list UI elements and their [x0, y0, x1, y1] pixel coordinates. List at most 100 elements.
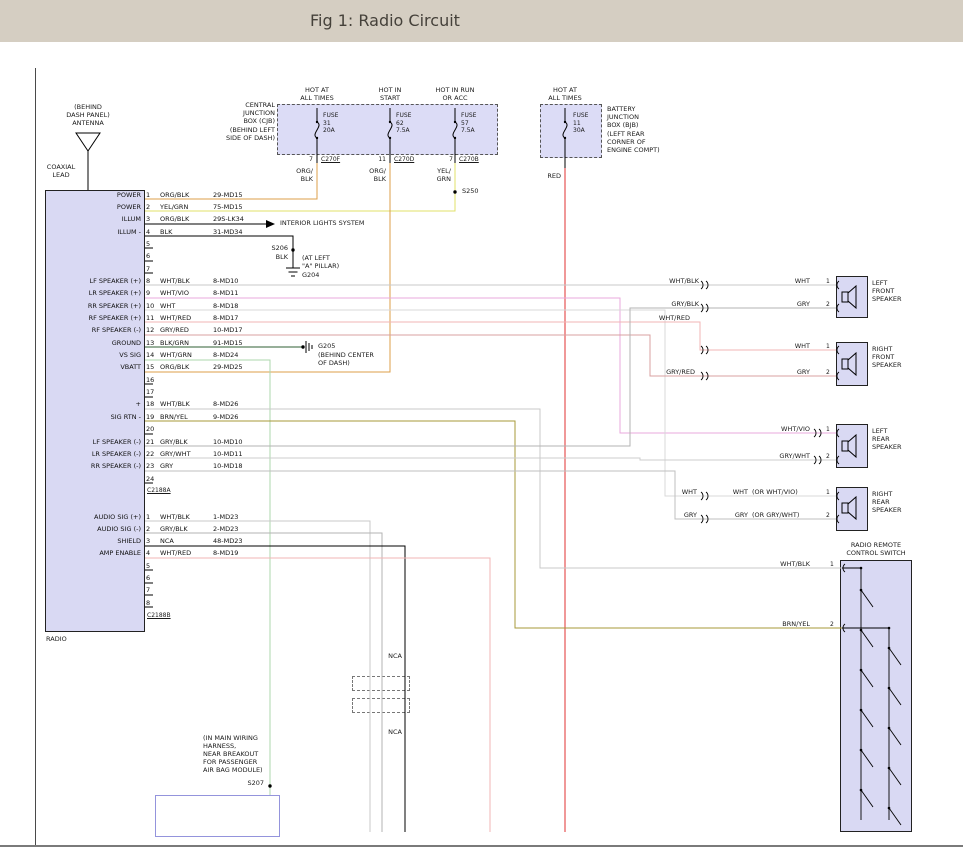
- radio-pin-row: ILLUM3ORG/BLK29S-LK34: [55, 215, 270, 224]
- pin-circuit-code: 75-MD15: [213, 203, 268, 211]
- pin-wire-color: ORG/BLK: [160, 215, 212, 223]
- pin-wire-color: WHT/GRN: [160, 351, 212, 359]
- connector-link-c2188b[interactable]: C2188B: [147, 612, 171, 620]
- pin-circuit-code: 29-MD25: [213, 363, 268, 371]
- connector-link-c270b[interactable]: C270B: [459, 156, 479, 164]
- bjb-wire-label: RED: [527, 172, 561, 180]
- radio-pin-row: AMP ENABLE4WHT/RED8-MD19: [55, 549, 270, 558]
- coaxial-lead-label: COAXIAL LEAD: [36, 163, 86, 179]
- pin-wire-color: BLK/GRN: [160, 339, 212, 347]
- pin-wire-color: WHT/BLK: [160, 400, 212, 408]
- lf-plus-near-label: WHT: [770, 277, 810, 285]
- pin-circuit-code: 48-MD23: [213, 537, 268, 545]
- pin-circuit-code: 10-MD18: [213, 462, 268, 470]
- radio-pin-row: SHIELD3NCA48-MD23: [55, 537, 270, 546]
- interior-lights-label: INTERIOR LIGHTS SYSTEM: [280, 219, 365, 227]
- radio-pin-row: 17: [55, 388, 270, 397]
- radio-circuit-diagram: Fig 1: Radio Circuit: [0, 0, 963, 852]
- pin-number: 6: [146, 574, 160, 582]
- pin-number: 18: [146, 400, 160, 408]
- pin-number: 6: [146, 252, 160, 260]
- lf-minus-wire-label: GRY/BLK: [649, 300, 699, 308]
- pin-circuit-code: 10-MD11: [213, 450, 268, 458]
- pin-circuit-code: 10-MD17: [213, 326, 268, 334]
- radio-pin-row: RR SPEAKER (+)10WHT8-MD18: [55, 302, 270, 311]
- pin-function-label: SHIELD: [55, 537, 141, 545]
- nca-label-bottom: NCA: [370, 728, 402, 736]
- left-front-speaker-label: LEFT FRONT SPEAKER: [872, 279, 902, 303]
- pin-function-label: LF SPEAKER (+): [55, 277, 141, 285]
- pin-number: 4: [146, 228, 160, 236]
- rrcs-contact-dots: [860, 567, 891, 810]
- rf-plus-wire-label: WHT/RED: [640, 314, 690, 322]
- pin-number: 20: [146, 425, 160, 433]
- pin-wire-color: WHT/VIO: [160, 289, 212, 297]
- s206-note: (AT LEFT "A" PILLAR): [302, 254, 339, 270]
- pin-circuit-code: 91-MD15: [213, 339, 268, 347]
- fuse62-header: HOT IN START: [367, 86, 413, 102]
- pin-number: 1: [146, 513, 160, 521]
- pin-number: 7: [146, 265, 160, 273]
- radio-pin-row: 5: [55, 240, 270, 249]
- rr-pin1: 1: [826, 489, 830, 497]
- pin-number: 24: [146, 475, 160, 483]
- pin-wire-color: BLK: [160, 228, 212, 236]
- left-rear-speaker-label: LEFT REAR SPEAKER: [872, 427, 902, 451]
- radio-pin-row: 16: [55, 376, 270, 385]
- radio-pin-row: 20: [55, 425, 270, 434]
- fuse31-label: FUSE 31 20A: [323, 112, 338, 135]
- pin-wire-color: BRN/YEL: [160, 413, 212, 421]
- pin-number: 2: [146, 525, 160, 533]
- connector-link-c2188a[interactable]: C2188A: [147, 487, 171, 495]
- radio-pin-row: POWER2YEL/GRN75-MD15: [55, 203, 270, 212]
- pin-circuit-code: 29-MD15: [213, 191, 268, 199]
- pin-circuit-code: 8-MD26: [213, 400, 268, 408]
- rrcs-pin1: 1: [830, 561, 834, 569]
- pin-function-label: LR SPEAKER (-): [55, 450, 141, 458]
- radio-pin-row: 7: [55, 265, 270, 274]
- pin-number: 16: [146, 376, 160, 384]
- radio-pin-row: ILLUM -4BLK31-MD34: [55, 228, 270, 237]
- pin-number: 8: [146, 599, 160, 607]
- pin-number: 4: [146, 549, 160, 557]
- pin-number: 5: [146, 562, 160, 570]
- pin-wire-color: YEL/GRN: [160, 203, 212, 211]
- pin-circuit-code: 8-MD24: [213, 351, 268, 359]
- harness-note: (IN MAIN WIRING HARNESS, NEAR BREAKOUT F…: [203, 734, 263, 774]
- radio-pin-row: AUDIO SIG (-)2GRY/BLK2-MD23: [55, 525, 270, 534]
- fuse31-header: HOT AT ALL TIMES: [294, 86, 340, 102]
- radio-pin-row: SIG RTN -19BRN/YEL9-MD26: [55, 413, 270, 422]
- ground-g205-label: G205: [318, 342, 335, 350]
- lf-pin2: 2: [826, 301, 830, 309]
- pin-function-label: POWER: [55, 191, 141, 199]
- radio-pin-row: LR SPEAKER (+)9WHT/VIO8-MD11: [55, 289, 270, 298]
- right-front-speaker-label: RIGHT FRONT SPEAKER: [872, 345, 902, 369]
- radio-pin-row: VBATT15ORG/BLK29-MD25: [55, 363, 270, 372]
- rr-minus-alt-label: (OR GRY/WHT): [752, 511, 799, 519]
- fuse62-label: FUSE 62 7.5A: [396, 112, 411, 135]
- pin-circuit-code: 2-MD23: [213, 525, 268, 533]
- connector-link-c270d[interactable]: C270D: [394, 156, 414, 164]
- pin-circuit-code: 8-MD11: [213, 289, 268, 297]
- pin-function-label: VBATT: [55, 363, 141, 371]
- radio-pin-row: 6: [55, 252, 270, 261]
- radio-pin-row: RR SPEAKER (-)23GRY10-MD18: [55, 462, 270, 471]
- bjb-label: BATTERY JUNCTION BOX (BJB) (LEFT REAR CO…: [607, 105, 677, 154]
- rrcs-pin1-wire-label: WHT/BLK: [762, 560, 810, 568]
- rf-pin1: 1: [826, 343, 830, 351]
- pin-number: 10: [146, 302, 160, 310]
- pin-number: 17: [146, 388, 160, 396]
- pin-function-label: +: [55, 400, 141, 408]
- pin-wire-color: ORG/BLK: [160, 191, 212, 199]
- pin-wire-color: GRY/WHT: [160, 450, 212, 458]
- lr-plus-wire-label: WHT/VIO: [762, 425, 810, 433]
- rr-plus-alt-label: (OR WHT/VIO): [752, 488, 798, 496]
- pin-number: 8: [146, 277, 160, 285]
- pin-number: 22: [146, 450, 160, 458]
- fuse-icons: [315, 122, 567, 138]
- rf-minus-wire-label: GRY/RED: [645, 368, 695, 376]
- pin-number: 2: [146, 203, 160, 211]
- rf-pin2: 2: [826, 369, 830, 377]
- connector-link-c270f[interactable]: C270F: [321, 156, 340, 164]
- pin-function-label: RR SPEAKER (-): [55, 462, 141, 470]
